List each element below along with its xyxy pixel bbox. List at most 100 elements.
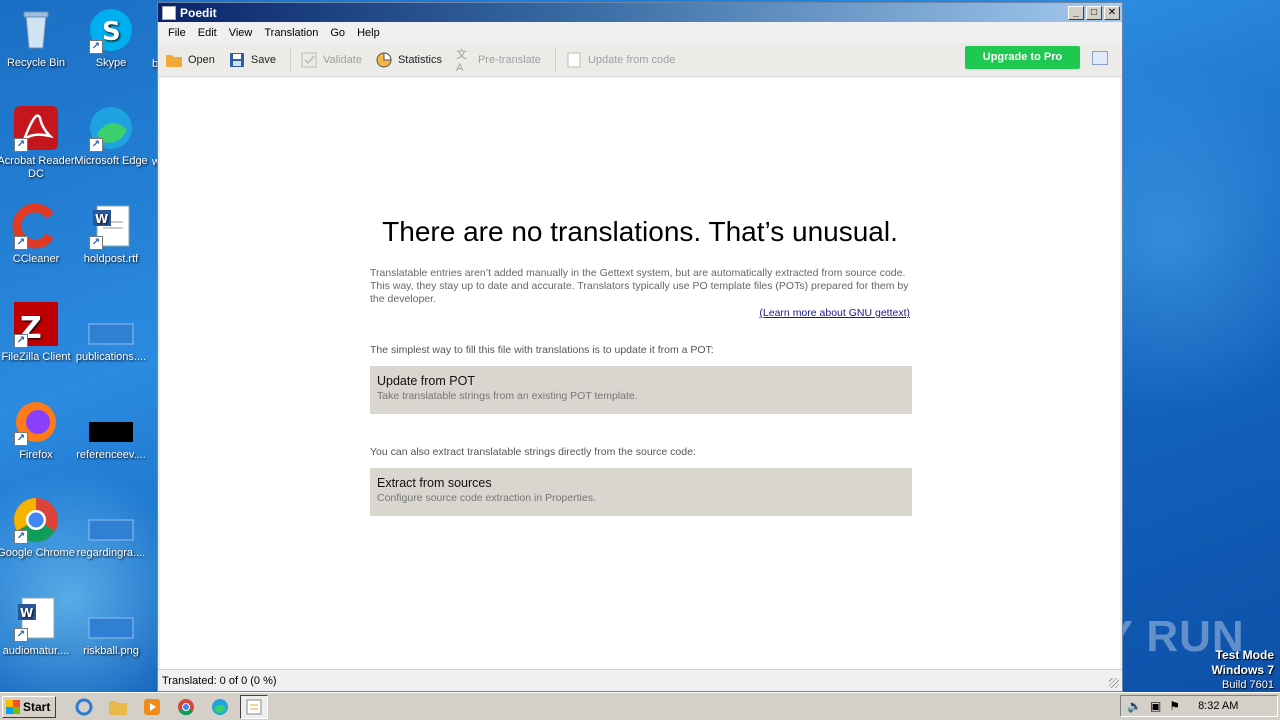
desktop-icon-regardingra[interactable]: regardingra.... xyxy=(71,496,151,560)
build-line: Build 7601 xyxy=(1222,679,1274,691)
status-bar: Translated: 0 of 0 (0 %) xyxy=(158,669,1122,691)
sidebar-toggle-icon[interactable] xyxy=(1092,51,1108,65)
update-from-pot-title: Update from POT xyxy=(377,374,475,388)
svg-text:W: W xyxy=(20,606,33,620)
shortcut-arrow-icon: ↗ xyxy=(14,236,28,250)
menu-go[interactable]: Go xyxy=(324,27,351,39)
shortcut-arrow-icon: ↗ xyxy=(14,530,28,544)
desktop-icon-publications[interactable]: publications.... xyxy=(71,300,151,364)
test-mode-line: Test Mode xyxy=(1215,648,1274,662)
taskbar: Start 🔈 ▣ ⚑ 8:32 AM xyxy=(0,692,1280,720)
taskbar-explorer-icon[interactable] xyxy=(104,695,132,719)
pot-instruction: The simplest way to fill this file with … xyxy=(370,344,714,356)
extract-from-sources-subtitle: Configure source code extraction in Prop… xyxy=(377,492,596,504)
open-label: Open xyxy=(188,53,215,66)
test-mode-notice: Test Mode Windows 7 Build 7601 xyxy=(1211,648,1274,692)
os-name-line: Windows 7 xyxy=(1211,663,1274,677)
menu-file[interactable]: File xyxy=(162,27,192,39)
chrome-icon: ↗ xyxy=(12,496,60,544)
shortcut-arrow-icon: ↗ xyxy=(89,138,103,152)
filezilla-icon: Z ↗ xyxy=(12,300,60,348)
statistics-label: Statistics xyxy=(397,53,442,66)
taskbar-poedit-icon[interactable] xyxy=(240,694,268,719)
blank-file-icon xyxy=(87,594,135,642)
open-button[interactable]: Open xyxy=(166,52,215,68)
desktop-icon-audiomatur[interactable]: W ↗ audiomatur.... xyxy=(0,594,76,658)
taskbar-chrome-icon[interactable] xyxy=(172,695,200,719)
minimize-button[interactable]: _ xyxy=(1068,5,1084,20)
learn-gettext-link[interactable]: (Learn more about GNU gettext) xyxy=(759,307,910,319)
desktop-icon-firefox[interactable]: ↗ Firefox xyxy=(0,398,76,462)
system-tray: 🔈 ▣ ⚑ 8:32 AM xyxy=(1120,695,1278,717)
empty-state-heading: There are no translations. That’s unusua… xyxy=(382,216,898,247)
desktop-icon-ccleaner[interactable]: ↗ CCleaner xyxy=(0,202,76,266)
extract-from-sources-title: Extract from sources xyxy=(377,476,492,490)
start-label: Start xyxy=(23,699,51,714)
empty-state-panel: There are no translations. That’s unusua… xyxy=(160,78,1120,669)
menu-edit[interactable]: Edit xyxy=(192,27,223,39)
desktop-icon-skype[interactable]: S ↗ Skype xyxy=(71,6,151,70)
toolbar-separator xyxy=(290,47,291,72)
statistics-button[interactable]: Statistics xyxy=(376,51,442,68)
empty-state-description: Translatable entries aren’t added manual… xyxy=(370,267,909,305)
shortcut-arrow-icon: ↗ xyxy=(14,334,28,348)
update-from-code-label: Update from code xyxy=(587,53,676,66)
pretranslate-label: Pre-translate xyxy=(477,53,541,66)
update-from-code-button[interactable]: Update from code xyxy=(566,52,675,68)
desktop-icon-acrobat[interactable]: ↗ Acrobat Reader DC xyxy=(0,104,76,181)
desktop-icon-chrome[interactable]: ↗ Google Chrome xyxy=(0,496,76,560)
pretranslate-button[interactable]: 文A Pre-translate xyxy=(455,48,541,74)
validate-button[interactable]: Validate xyxy=(301,52,362,68)
taskbar-edge-icon[interactable] xyxy=(206,695,234,719)
menu-view[interactable]: View xyxy=(223,27,259,39)
resize-grip-icon[interactable] xyxy=(1109,678,1119,688)
start-button[interactable]: Start xyxy=(2,695,56,718)
maximize-button[interactable]: □ xyxy=(1086,5,1102,20)
svg-text:S: S xyxy=(102,17,121,47)
skype-icon: S ↗ xyxy=(87,6,135,54)
document-refresh-icon xyxy=(566,52,582,68)
shortcut-arrow-icon: ↗ xyxy=(89,40,103,54)
desktop-icon-recycle-bin[interactable]: Recycle Bin xyxy=(0,6,76,70)
svg-text:W: W xyxy=(95,212,108,226)
volume-icon[interactable]: 🔈 xyxy=(1127,699,1142,713)
pie-chart-icon xyxy=(376,51,392,68)
toolbar-separator xyxy=(554,47,556,72)
menu-translation[interactable]: Translation xyxy=(258,27,324,39)
save-label: Save xyxy=(250,53,276,66)
title-bar[interactable]: Poedit _ □ ✕ xyxy=(158,3,1122,22)
windows-logo-icon xyxy=(6,699,20,714)
update-from-pot-button[interactable]: Update from POT Take translatable string… xyxy=(370,366,912,414)
desktop-icon-edge[interactable]: ↗ Microsoft Edge xyxy=(71,104,151,168)
desktop-icon-referenceev[interactable]: referenceev.... xyxy=(71,398,151,462)
close-button[interactable]: ✕ xyxy=(1104,5,1120,20)
taskbar-media-player-icon[interactable] xyxy=(138,695,166,719)
shortcut-arrow-icon: ↗ xyxy=(14,432,28,446)
shortcut-arrow-icon: ↗ xyxy=(89,236,103,250)
translation-progress: Translated: 0 of 0 (0 %) xyxy=(162,674,277,687)
menu-bar: File Edit View Translation Go Help xyxy=(158,22,1122,43)
translate-icon: 文A xyxy=(455,48,467,74)
floppy-disk-icon xyxy=(229,52,245,68)
extract-from-sources-button[interactable]: Extract from sources Configure source co… xyxy=(370,468,912,516)
desktop-icon-filezilla[interactable]: Z ↗ FileZilla Client xyxy=(0,300,76,364)
word-document-icon: W ↗ xyxy=(87,202,135,250)
desktop-icon-riskball[interactable]: riskball.png xyxy=(71,594,151,658)
blank-file-icon xyxy=(87,300,135,348)
blank-file-icon xyxy=(87,496,135,544)
recycle-bin-icon xyxy=(12,6,60,54)
menu-help[interactable]: Help xyxy=(351,27,386,39)
upgrade-to-pro-button[interactable]: Upgrade to Pro xyxy=(965,46,1080,69)
edge-icon: ↗ xyxy=(87,104,135,152)
taskbar-ie-icon[interactable] xyxy=(70,695,98,719)
shortcut-arrow-icon: ↗ xyxy=(14,628,28,642)
clock[interactable]: 8:32 AM xyxy=(1198,700,1238,712)
validate-label: Validate xyxy=(323,53,362,66)
sources-instruction: You can also extract translatable string… xyxy=(370,446,696,458)
ccleaner-icon: ↗ xyxy=(12,202,60,250)
action-center-flag-icon[interactable]: ⚑ xyxy=(1169,699,1180,713)
save-button[interactable]: Save xyxy=(229,52,276,68)
desktop-icon-holdpost[interactable]: W ↗ holdpost.rtf xyxy=(71,202,151,266)
network-icon[interactable]: ▣ xyxy=(1150,699,1161,713)
acrobat-icon: ↗ xyxy=(12,104,60,152)
